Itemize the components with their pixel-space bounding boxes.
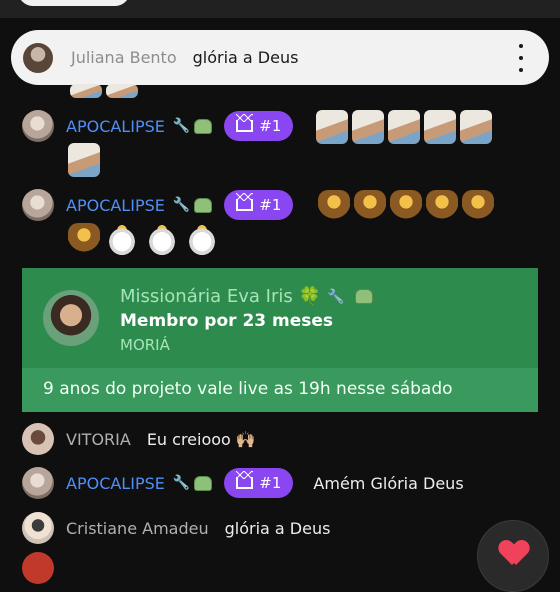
kebab-menu-icon[interactable] bbox=[511, 44, 531, 72]
avatar[interactable] bbox=[23, 42, 53, 73]
avatar[interactable] bbox=[22, 110, 54, 142]
member-name-row: Missionária Eva Iris 🍀 🔧 bbox=[120, 286, 373, 307]
avatar[interactable] bbox=[22, 423, 54, 455]
top-bar bbox=[0, 0, 560, 18]
avatar[interactable] bbox=[22, 189, 54, 221]
lion-emoji-icon bbox=[462, 190, 494, 224]
lion-emoji-icon bbox=[390, 190, 422, 224]
robot-badge-icon bbox=[194, 475, 213, 491]
message-text: Eu creiooo 🙌🏼 bbox=[146, 429, 256, 449]
chat-message[interactable]: APOCALIPSE 🔧 #1 bbox=[22, 110, 294, 142]
rank-label: #1 bbox=[259, 196, 282, 214]
lion-emoji-icon bbox=[68, 223, 100, 257]
wrench-icon: 🔧 bbox=[172, 118, 191, 134]
heart-icon bbox=[500, 541, 528, 567]
member-level: MORIÁ bbox=[120, 336, 170, 354]
top-pill-button[interactable] bbox=[18, 0, 130, 6]
pray-emoji-icon bbox=[352, 110, 384, 144]
pray-emoji-icon bbox=[424, 110, 456, 144]
message-text: glória a Deus bbox=[224, 518, 331, 538]
chat-message[interactable]: VITORIA Eu creiooo 🙌🏼 bbox=[22, 423, 256, 455]
chat-message[interactable]: APOCALIPSE 🔧 #1 Amém Glória Deus bbox=[22, 467, 464, 499]
member-duration: Membro por 23 meses bbox=[120, 311, 334, 331]
avatar[interactable] bbox=[22, 467, 54, 499]
clover-icon: 🍀 bbox=[298, 286, 322, 307]
avatar[interactable] bbox=[22, 552, 54, 584]
pray-emoji-icon bbox=[316, 110, 348, 144]
membership-message-text: 9 anos do projeto vale live as 19h nesse… bbox=[43, 379, 453, 399]
robot-badge-icon bbox=[194, 118, 213, 134]
pinned-message[interactable]: Juliana Bento glória a Deus bbox=[11, 30, 549, 85]
emoji-sequence bbox=[316, 110, 492, 144]
wrench-icon: 🔧 bbox=[172, 197, 191, 213]
emoji-sequence bbox=[318, 190, 494, 224]
author-name[interactable]: VITORIA bbox=[66, 430, 131, 449]
chat-message[interactable]: APOCALIPSE 🔧 #1 bbox=[22, 189, 294, 221]
pray-emoji-icon bbox=[106, 84, 138, 98]
emoji-sequence bbox=[68, 223, 220, 257]
author-name[interactable]: APOCALIPSE bbox=[66, 196, 165, 215]
crown-icon bbox=[236, 471, 254, 489]
avatar[interactable] bbox=[22, 512, 54, 544]
robot-badge-icon bbox=[354, 289, 373, 304]
rank-badge: #1 bbox=[224, 190, 294, 220]
crown-icon bbox=[236, 193, 254, 211]
pray-emoji-icon bbox=[388, 110, 420, 144]
avatar[interactable] bbox=[43, 290, 99, 346]
dove-emoji-icon bbox=[144, 223, 180, 257]
pinned-author: Juliana Bento bbox=[71, 48, 177, 67]
member-name[interactable]: Missionária Eva Iris bbox=[120, 286, 293, 307]
pinned-text: glória a Deus bbox=[192, 48, 299, 67]
lion-emoji-icon bbox=[354, 190, 386, 224]
rank-label: #1 bbox=[259, 474, 282, 492]
like-button[interactable] bbox=[477, 520, 549, 592]
message-text: Amém Glória Deus bbox=[313, 473, 464, 493]
emoji-overflow bbox=[70, 84, 138, 98]
lion-emoji-icon bbox=[426, 190, 458, 224]
author-name[interactable]: APOCALIPSE bbox=[66, 474, 165, 493]
membership-header: Missionária Eva Iris 🍀 🔧 Membro por 23 m… bbox=[22, 268, 538, 368]
robot-badge-icon bbox=[194, 197, 213, 213]
membership-card[interactable]: Missionária Eva Iris 🍀 🔧 Membro por 23 m… bbox=[22, 268, 538, 412]
emoji-sequence bbox=[68, 143, 100, 177]
membership-message: 9 anos do projeto vale live as 19h nesse… bbox=[22, 368, 538, 412]
dove-emoji-icon bbox=[104, 223, 140, 257]
crown-icon bbox=[236, 114, 254, 132]
dove-emoji-icon bbox=[184, 223, 220, 257]
chat-message[interactable]: Cristiane Amadeu glória a Deus bbox=[22, 512, 330, 544]
rank-badge: #1 bbox=[224, 111, 294, 141]
wrench-icon: 🔧 bbox=[172, 475, 191, 491]
author-name[interactable]: APOCALIPSE bbox=[66, 117, 165, 136]
rank-label: #1 bbox=[259, 117, 282, 135]
pray-emoji-icon bbox=[70, 84, 102, 98]
pray-emoji-icon bbox=[68, 143, 100, 177]
lion-emoji-icon bbox=[318, 190, 350, 224]
wrench-icon: 🔧 bbox=[327, 288, 345, 305]
author-name[interactable]: Cristiane Amadeu bbox=[66, 519, 209, 538]
pray-emoji-icon bbox=[460, 110, 492, 144]
rank-badge: #1 bbox=[224, 468, 294, 498]
